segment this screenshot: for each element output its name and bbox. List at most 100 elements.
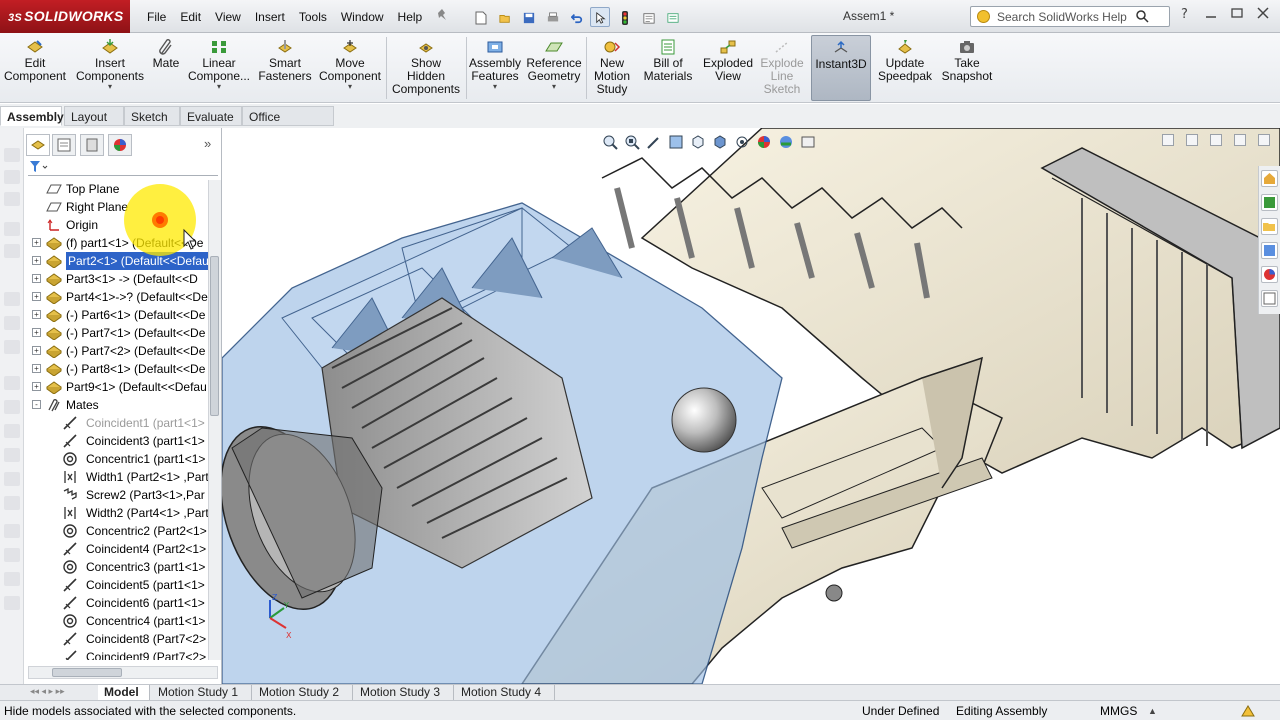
undo-button[interactable]: [566, 7, 586, 27]
task-pane-view-palette-icon[interactable]: [1261, 242, 1278, 259]
rail-tool-icon[interactable]: [4, 472, 20, 486]
mate-list-item[interactable]: Screw2 (Part3<1>,Par: [24, 486, 208, 504]
viewport-close-icon[interactable]: [1258, 134, 1270, 146]
menu-file[interactable]: File: [140, 10, 173, 24]
tab-motion-study-1[interactable]: Motion Study 1: [152, 685, 252, 700]
restore-window-icon[interactable]: [1230, 6, 1244, 20]
rail-tool-icon[interactable]: [4, 340, 20, 354]
menu-tools[interactable]: Tools: [292, 10, 334, 24]
take-snapshot-button[interactable]: Take Snapshot: [938, 35, 996, 101]
mate-list-item[interactable]: Concentric2 (Part2<1>: [24, 522, 208, 540]
tree-item[interactable]: + Part9<1> (Default<<Defau: [24, 378, 208, 396]
display-style-icon[interactable]: [712, 134, 728, 150]
section-view-icon[interactable]: [668, 134, 684, 150]
linear-component-pattern-button[interactable]: Linear Compone... ▾: [186, 35, 252, 101]
menu-edit[interactable]: Edit: [173, 10, 208, 24]
mate-list-item[interactable]: Coincident1 (part1<1>: [24, 414, 208, 432]
insert-components-button[interactable]: Insert Components ▾: [74, 35, 146, 101]
tree-item[interactable]: + (-) Part8<1> (Default<<De: [24, 360, 208, 378]
rebuild-button[interactable]: [614, 7, 634, 27]
rail-tool-icon[interactable]: [4, 148, 20, 162]
mate-list-item[interactable]: Coincident3 (part1<1>: [24, 432, 208, 450]
tab-model[interactable]: Model: [98, 685, 150, 700]
viewport-minimize-icon[interactable]: [1210, 134, 1222, 146]
tree-item[interactable]: + (-) Part7<1> (Default<<De: [24, 324, 208, 342]
minimize-window-icon[interactable]: [1204, 6, 1218, 20]
tab-motion-study-2[interactable]: Motion Study 2: [253, 685, 353, 700]
rail-tool-icon[interactable]: [4, 448, 20, 462]
tab-sketch[interactable]: Sketch: [124, 106, 180, 126]
hide-show-items-icon[interactable]: [734, 134, 750, 150]
zoom-to-fit-icon[interactable]: [602, 134, 618, 150]
move-component-button[interactable]: Move Component ▾: [318, 35, 382, 101]
rail-tool-icon[interactable]: [4, 244, 20, 258]
linear-pattern-dropdown-icon[interactable]: ▾: [186, 83, 252, 91]
menu-window[interactable]: Window: [334, 10, 391, 24]
file-properties-button[interactable]: [638, 7, 658, 27]
expand-icon[interactable]: +: [32, 310, 41, 319]
task-pane-home-icon[interactable]: [1261, 170, 1278, 187]
rail-tool-icon[interactable]: [4, 316, 20, 330]
rail-tool-icon[interactable]: [4, 548, 20, 562]
menu-help[interactable]: Help: [391, 10, 430, 24]
search-help-field[interactable]: Search SolidWorks Help: [970, 6, 1170, 27]
expand-icon[interactable]: +: [32, 292, 41, 301]
options-button[interactable]: [662, 7, 682, 27]
mate-list-item[interactable]: Coincident5 (part1<1>: [24, 576, 208, 594]
instant3d-button[interactable]: Instant3D: [811, 35, 871, 101]
expand-icon[interactable]: +: [32, 238, 41, 247]
rail-tool-icon[interactable]: [4, 376, 20, 390]
exploded-view-button[interactable]: Exploded View: [700, 35, 756, 101]
status-help-icon[interactable]: [1240, 704, 1256, 720]
mate-list-item[interactable]: Coincident8 (Part7<2>: [24, 630, 208, 648]
rail-tool-icon[interactable]: [4, 292, 20, 306]
wrench-assembly-model[interactable]: Z Y X: [222, 128, 1280, 684]
viewport-restore-icon[interactable]: [1234, 134, 1246, 146]
tree-item[interactable]: + (-) Part7<2> (Default<<De: [24, 342, 208, 360]
assembly-features-button[interactable]: Assembly Features ▾: [468, 35, 522, 101]
expand-icon[interactable]: +: [32, 382, 41, 391]
viewport-split-icon[interactable]: [1162, 134, 1174, 146]
viewport-tile-icon[interactable]: [1186, 134, 1198, 146]
rail-tool-icon[interactable]: [4, 222, 20, 236]
expand-icon[interactable]: +: [32, 346, 41, 355]
rail-tool-icon[interactable]: [4, 524, 20, 538]
mate-list-item[interactable]: Concentric3 (part1<1>: [24, 558, 208, 576]
mate-list-item[interactable]: Coincident9 (Part7<2>: [24, 648, 208, 660]
rail-tool-icon[interactable]: [4, 572, 20, 586]
new-motion-study-button[interactable]: New Motion Study: [590, 35, 634, 101]
smart-fasteners-button[interactable]: Smart Fasteners: [254, 35, 316, 101]
chrome-ball-part[interactable]: [671, 387, 737, 453]
apply-scene-icon[interactable]: [778, 134, 794, 150]
search-icon[interactable]: [1135, 9, 1149, 23]
task-pane-design-library-icon[interactable]: [1261, 194, 1278, 211]
move-component-dropdown-icon[interactable]: ▾: [318, 83, 382, 91]
solidworks-logo[interactable]: 3S SOLIDWORKS: [0, 0, 130, 33]
collapse-icon[interactable]: -: [32, 400, 41, 409]
expand-icon[interactable]: +: [32, 364, 41, 373]
reference-geometry-dropdown-icon[interactable]: ▾: [524, 83, 584, 91]
mate-list-item[interactable]: Concentric4 (part1<1>: [24, 612, 208, 630]
tree-item[interactable]: + Part3<1> -> (Default<<D: [24, 270, 208, 288]
rail-tool-icon[interactable]: [4, 496, 20, 510]
show-hidden-components-button[interactable]: Show Hidden Components: [390, 35, 462, 101]
pin-icon[interactable]: [429, 8, 455, 25]
tab-feature-tree[interactable]: [26, 134, 50, 156]
tree-item[interactable]: - Mates: [24, 396, 208, 414]
insert-components-dropdown-icon[interactable]: ▾: [74, 83, 146, 91]
reference-geometry-button[interactable]: Reference Geometry ▾: [524, 35, 584, 101]
task-pane-file-explorer-icon[interactable]: [1261, 218, 1278, 235]
rail-tool-icon[interactable]: [4, 192, 20, 206]
select-button[interactable]: [590, 7, 610, 27]
zoom-to-area-icon[interactable]: [624, 134, 640, 150]
expand-icon[interactable]: +: [32, 256, 41, 265]
tree-item[interactable]: + Part4<1>->? (Default<<De: [24, 288, 208, 306]
mate-list-item[interactable]: Concentric1 (part1<1>: [24, 450, 208, 468]
save-button[interactable]: [518, 7, 538, 27]
open-button[interactable]: [494, 7, 514, 27]
rail-tool-icon[interactable]: [4, 400, 20, 414]
explode-line-sketch-button[interactable]: Explode Line Sketch: [756, 35, 808, 101]
print-button[interactable]: [542, 7, 562, 27]
tab-office-products[interactable]: Office Products: [242, 106, 334, 144]
close-window-icon[interactable]: [1256, 6, 1270, 20]
